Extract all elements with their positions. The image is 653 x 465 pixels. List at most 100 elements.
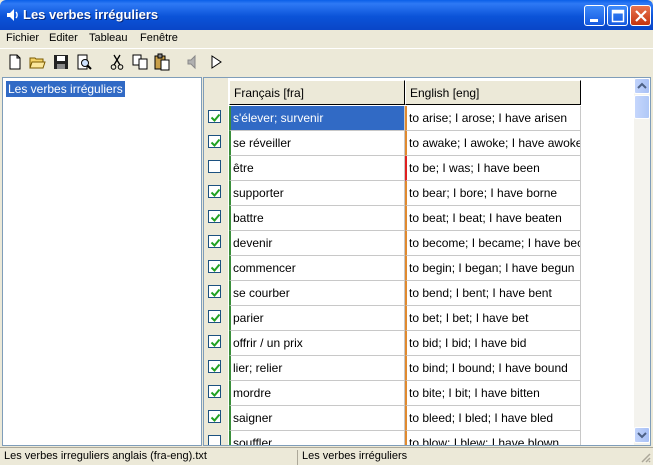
menu-bar: Fichier Editer Tableau Fenêtre xyxy=(0,30,653,48)
play-icon[interactable] xyxy=(207,53,225,71)
table-row[interactable]: battre to beat; I beat; I have beaten xyxy=(204,206,582,231)
row-checkbox[interactable] xyxy=(208,160,221,173)
cell-english[interactable]: to bend; I bent; I have bent xyxy=(405,281,581,306)
open-folder-icon[interactable] xyxy=(29,53,47,71)
cell-french[interactable]: se courber xyxy=(229,281,405,306)
cell-french[interactable]: être xyxy=(229,156,405,181)
checkmark-icon xyxy=(210,138,221,147)
tree-node-verbes[interactable]: Les verbes irréguliers xyxy=(6,81,125,97)
menu-editer[interactable]: Editer xyxy=(49,32,78,44)
cut-icon[interactable] xyxy=(108,53,126,71)
checkmark-icon xyxy=(210,388,221,397)
table-row[interactable]: offrir / un prix to bid; I bid; I have bi… xyxy=(204,331,582,356)
table-row[interactable]: parier to bet; I bet; I have bet xyxy=(204,306,582,331)
checkmark-icon xyxy=(210,213,221,222)
print-preview-icon[interactable] xyxy=(75,53,93,71)
maximize-button[interactable] xyxy=(607,5,628,26)
save-icon[interactable] xyxy=(52,53,70,71)
cell-french[interactable]: offrir / un prix xyxy=(229,331,405,356)
table-row[interactable]: devenir to become; I became; I have bec xyxy=(204,231,582,256)
menu-fichier[interactable]: Fichier xyxy=(6,32,39,44)
vertical-scrollbar[interactable] xyxy=(634,78,650,445)
cell-french[interactable]: supporter xyxy=(229,181,405,206)
cell-english[interactable]: to be; I was; I have been xyxy=(405,156,581,181)
table-row[interactable]: lier; relier to bind; I bound; I have bou… xyxy=(204,356,582,381)
cell-french[interactable]: saigner xyxy=(229,406,405,431)
scroll-thumb[interactable] xyxy=(634,95,650,119)
status-file-name: Les verbes irreguliers anglais (fra-eng)… xyxy=(2,450,298,465)
status-bar: Les verbes irreguliers anglais (fra-eng)… xyxy=(0,447,653,465)
cell-french[interactable]: devenir xyxy=(229,231,405,256)
checkmark-icon xyxy=(210,338,221,347)
row-checkbox[interactable] xyxy=(208,435,221,445)
close-button[interactable] xyxy=(630,5,651,26)
table-row[interactable]: se réveiller to awake; I awoke; I have aw… xyxy=(204,131,582,156)
checkmark-icon xyxy=(210,313,221,322)
checkmark-icon xyxy=(210,238,221,247)
speaker-app-icon xyxy=(5,7,21,23)
row-checkbox[interactable] xyxy=(208,135,221,148)
paste-icon[interactable] xyxy=(153,53,171,71)
cell-english[interactable]: to beat; I beat; I have beaten xyxy=(405,206,581,231)
table-row[interactable]: se courber to bend; I bent; I have bent xyxy=(204,281,582,306)
row-checkbox[interactable] xyxy=(208,110,221,123)
cell-english[interactable]: to bet; I bet; I have bet xyxy=(405,306,581,331)
checkmark-icon xyxy=(210,288,221,297)
column-header-english[interactable]: English [eng] xyxy=(405,80,581,105)
row-checkbox[interactable] xyxy=(208,260,221,273)
row-checkbox[interactable] xyxy=(208,235,221,248)
cell-french[interactable]: battre xyxy=(229,206,405,231)
window-title: Les verbes irréguliers xyxy=(23,7,159,22)
checkmark-icon xyxy=(210,113,221,122)
table-row[interactable]: être to be; I was; I have been xyxy=(204,156,582,181)
cell-english[interactable]: to arise; I arose; I have arisen xyxy=(405,106,581,131)
cell-english[interactable]: to bear; I bore; I have borne xyxy=(405,181,581,206)
cell-french[interactable]: mordre xyxy=(229,381,405,406)
checkmark-icon xyxy=(210,413,221,422)
row-checkbox[interactable] xyxy=(208,385,221,398)
minimize-button[interactable] xyxy=(584,5,605,26)
row-checkbox[interactable] xyxy=(208,185,221,198)
menu-tableau[interactable]: Tableau xyxy=(89,32,128,44)
cell-french[interactable]: s'élever; survenir xyxy=(229,106,405,131)
cell-english[interactable]: to become; I became; I have bec xyxy=(405,231,581,256)
cell-english[interactable]: to awake; I awoke; I have awoke xyxy=(405,131,581,156)
scroll-down-button[interactable] xyxy=(634,427,650,443)
vocabulary-grid[interactable]: Français [fra] English [eng] s'élever; s… xyxy=(203,77,651,446)
cell-french[interactable]: commencer xyxy=(229,256,405,281)
checkmark-icon xyxy=(210,263,221,272)
table-row[interactable]: saigner to bleed; I bled; I have bled xyxy=(204,406,582,431)
row-checkbox[interactable] xyxy=(208,285,221,298)
table-row[interactable]: souffler to blow; I blew; I have blown xyxy=(204,431,582,445)
cell-french[interactable]: lier; relier xyxy=(229,356,405,381)
cell-english[interactable]: to bind; I bound; I have bound xyxy=(405,356,581,381)
resize-grip-icon[interactable] xyxy=(639,451,651,463)
row-checkbox[interactable] xyxy=(208,360,221,373)
table-row[interactable]: mordre to bite; I bit; I have bitten xyxy=(204,381,582,406)
cell-french[interactable]: se réveiller xyxy=(229,131,405,156)
list-tree-panel[interactable]: Les verbes irréguliers xyxy=(2,77,202,446)
cell-english[interactable]: to bid; I bid; I have bid xyxy=(405,331,581,356)
cell-english[interactable]: to bite; I bit; I have bitten xyxy=(405,381,581,406)
cell-english[interactable]: to bleed; I bled; I have bled xyxy=(405,406,581,431)
new-icon[interactable] xyxy=(6,53,24,71)
table-row[interactable]: supporter to bear; I bore; I have borne xyxy=(204,181,582,206)
table-row[interactable]: s'élever; survenir to arise; I arose; I h… xyxy=(204,106,582,131)
cell-english[interactable]: to begin; I began; I have begun xyxy=(405,256,581,281)
checkmark-icon xyxy=(210,363,221,372)
row-checkbox[interactable] xyxy=(208,335,221,348)
cell-english[interactable]: to blow; I blew; I have blown xyxy=(405,431,581,445)
row-checkbox[interactable] xyxy=(208,410,221,423)
copy-icon[interactable] xyxy=(131,53,149,71)
column-header-french[interactable]: Français [fra] xyxy=(229,80,405,105)
row-checkbox[interactable] xyxy=(208,210,221,223)
table-row[interactable]: commencer to begin; I began; I have begun xyxy=(204,256,582,281)
scroll-up-button[interactable] xyxy=(634,78,650,94)
menu-fenetre[interactable]: Fenêtre xyxy=(140,32,178,44)
cell-french[interactable]: parier xyxy=(229,306,405,331)
toolbar xyxy=(0,48,653,74)
speaker-icon[interactable] xyxy=(185,53,203,71)
row-checkbox[interactable] xyxy=(208,310,221,323)
cell-french[interactable]: souffler xyxy=(229,431,405,445)
title-bar[interactable]: Les verbes irréguliers xyxy=(0,0,653,30)
